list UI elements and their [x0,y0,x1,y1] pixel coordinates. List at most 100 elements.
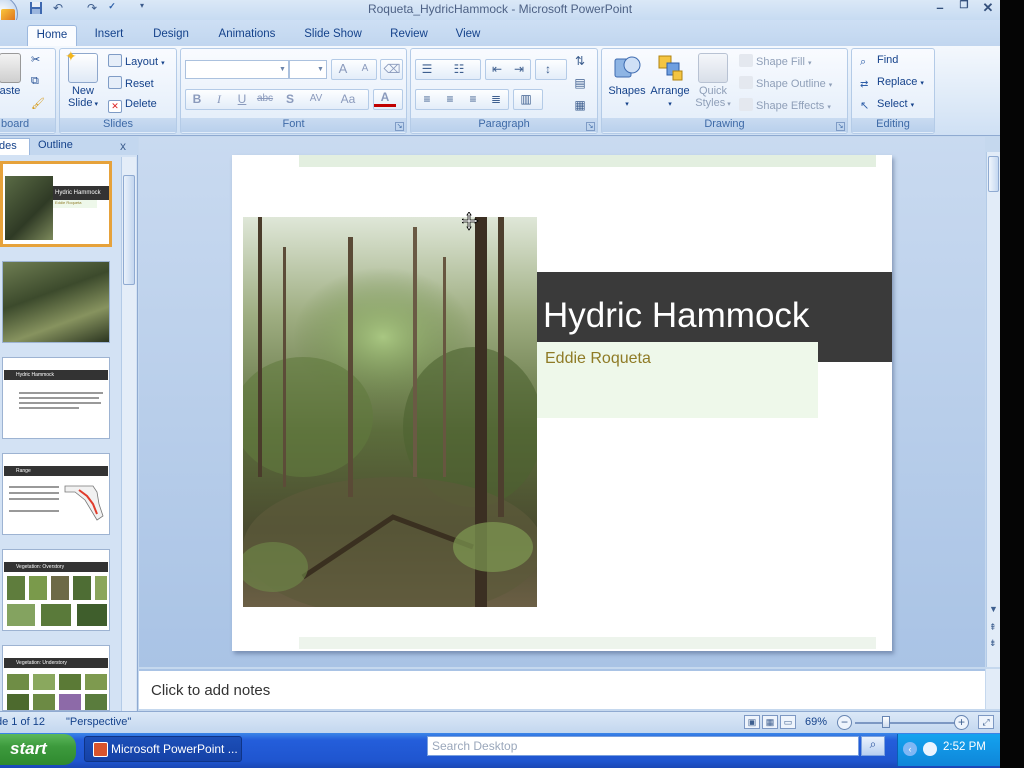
notes-pane[interactable]: Click to add notes [139,669,985,709]
clock[interactable]: 2:52 PM [943,741,986,753]
change-case-button[interactable]: Aa [334,89,362,109]
slide-thumbnail-2[interactable] [2,261,110,343]
zoom-slider-thumb[interactable] [882,716,890,728]
scroll-down-icon[interactable]: ▼ [989,604,998,614]
quick-styles-label: Quick [698,85,728,97]
chevron-left-icon[interactable]: ‹ [903,742,917,756]
drawing-dialog-launcher[interactable]: ↘ [836,122,845,131]
zoom-out-icon[interactable]: − [837,715,852,730]
scroll-thumb[interactable] [123,175,135,285]
align-center-icon[interactable]: ≡ [439,89,461,109]
slide-subtitle[interactable]: Eddie Roqueta [545,350,651,368]
justify-icon[interactable]: ≣ [485,89,507,109]
scroll-thumb[interactable] [988,156,999,192]
subtitle-placeholder[interactable]: Eddie Roqueta [537,342,818,418]
notes-placeholder[interactable]: Click to add notes [151,682,270,699]
columns-icon[interactable]: ▥ [515,89,537,109]
cut-icon[interactable]: ✂ [31,53,40,71]
tab-design[interactable]: Design [147,25,195,46]
font-color-button[interactable]: A [374,89,396,107]
thumbnail-photo [85,694,107,710]
replace-button[interactable]: ⇄ Replace ▾ [860,76,924,94]
start-button[interactable]: start [0,734,76,765]
font-dialog-launcher[interactable]: ↘ [395,122,404,131]
new-slide-button[interactable]: ✦ New Slide ▾ [63,49,103,111]
close-icon[interactable]: x [120,139,126,153]
slide-thumbnail-3[interactable]: Hydric Hammock [2,357,110,439]
shrink-font-button[interactable]: A [354,59,376,79]
tab-insert[interactable]: Insert [87,25,131,46]
desktop-search-input[interactable]: Search Desktop [427,736,859,756]
quick-styles-button[interactable]: Quick Styles ▾ [694,53,732,111]
tab-review[interactable]: Review [385,25,433,46]
delete-button[interactable]: ✕ Delete [108,98,157,116]
find-button[interactable]: ⌕ Find [860,54,898,72]
slide-thumbnail-6[interactable]: Vegetation: Understory [2,645,110,711]
smartart-icon[interactable]: ▦ [569,95,591,115]
paragraph-dialog-launcher[interactable]: ↘ [586,122,595,131]
zoom-slider[interactable] [855,722,955,724]
forest-photo[interactable] [243,217,537,607]
shape-fill-button[interactable]: Shape Fill ▾ [739,54,812,72]
normal-view-icon[interactable]: ▣ [744,715,760,729]
notes-scrollbar[interactable] [986,669,1000,709]
minimize-button[interactable]: – [929,0,951,18]
search-icon[interactable]: ⌕ [861,736,885,756]
shadow-button[interactable]: S [279,89,301,109]
slide-thumbnail-1[interactable]: Hydric Hammock Eddie Roqueta [0,161,112,247]
reset-button[interactable]: Reset [108,76,154,94]
bold-button[interactable]: B [186,89,208,109]
line-spacing-icon[interactable]: ↕ [537,59,559,79]
tab-home[interactable]: Home [27,25,77,46]
character-spacing-button[interactable]: AV [302,89,330,109]
slide-canvas[interactable]: Hydric Hammock Eddie Roqueta [232,155,892,651]
shape-effects-button[interactable]: Shape Effects ▾ [739,98,831,116]
font-name-combo[interactable]: ▼ [185,60,289,79]
arrange-button[interactable]: Arrange ▾ [648,53,692,111]
copy-icon[interactable]: ⧉ [31,75,39,93]
align-right-icon[interactable]: ≡ [462,89,484,109]
text-line [9,510,59,512]
select-button[interactable]: ↖ Select ▾ [860,98,914,116]
slide-show-view-icon[interactable]: ▭ [780,715,796,729]
tab-outline[interactable]: Outline [34,138,86,155]
numbering-icon[interactable]: ☷ [448,59,470,79]
italic-button[interactable]: I [208,89,230,109]
font-size-combo[interactable]: ▼ [289,60,327,79]
zoom-level[interactable]: 69% [805,716,827,728]
close-button[interactable]: ✕ [977,0,999,18]
restore-button[interactable]: ❐ [953,0,975,18]
slide-vertical-scrollbar[interactable]: ▼ ⇞ ⇟ [986,152,1000,667]
fit-to-window-icon[interactable]: ⤢ [978,715,994,729]
zoom-in-icon[interactable]: + [954,715,969,730]
increase-indent-icon[interactable]: ⇥ [508,59,530,79]
network-icon[interactable] [923,742,937,756]
layout-button[interactable]: Layout ▾ [108,54,165,72]
text-direction-icon[interactable]: ⇅ [569,51,591,71]
thumbnail-scrollbar[interactable] [121,157,136,711]
shape-outline-button[interactable]: Shape Outline ▾ [739,76,832,94]
slide-thumbnail-5[interactable]: Vegetation: Overstory [2,549,110,631]
paste-button[interactable]: aste [0,53,23,97]
tab-animations[interactable]: Animations [212,25,282,46]
shapes-button[interactable]: Shapes ▾ [606,53,648,111]
align-text-icon[interactable]: ▤ [569,73,591,93]
tab-slides[interactable]: des [0,138,30,155]
clear-formatting-icon[interactable]: ⌫ [381,59,403,79]
underline-button[interactable]: U [231,89,253,109]
format-painter-icon[interactable]: 🖌 [31,97,45,115]
next-slide-icon[interactable]: ⇟ [989,638,997,649]
slide-thumbnail-4[interactable]: Range [2,453,110,535]
grow-font-button[interactable]: A [332,59,354,79]
align-left-icon[interactable]: ≡ [416,89,438,109]
previous-slide-icon[interactable]: ⇞ [989,622,997,633]
slide-title[interactable]: Hydric Hammock [543,296,809,336]
slide-bottom-band [299,637,876,649]
tab-view[interactable]: View [449,25,487,46]
bullets-icon[interactable]: ☰ [416,59,438,79]
strikethrough-button[interactable]: abc [254,89,276,109]
tab-slide-show[interactable]: Slide Show [299,25,367,46]
slide-sorter-icon[interactable]: ▦ [762,715,778,729]
taskbar-item-powerpoint[interactable]: Microsoft PowerPoint ... [84,736,242,762]
decrease-indent-icon[interactable]: ⇤ [486,59,508,79]
